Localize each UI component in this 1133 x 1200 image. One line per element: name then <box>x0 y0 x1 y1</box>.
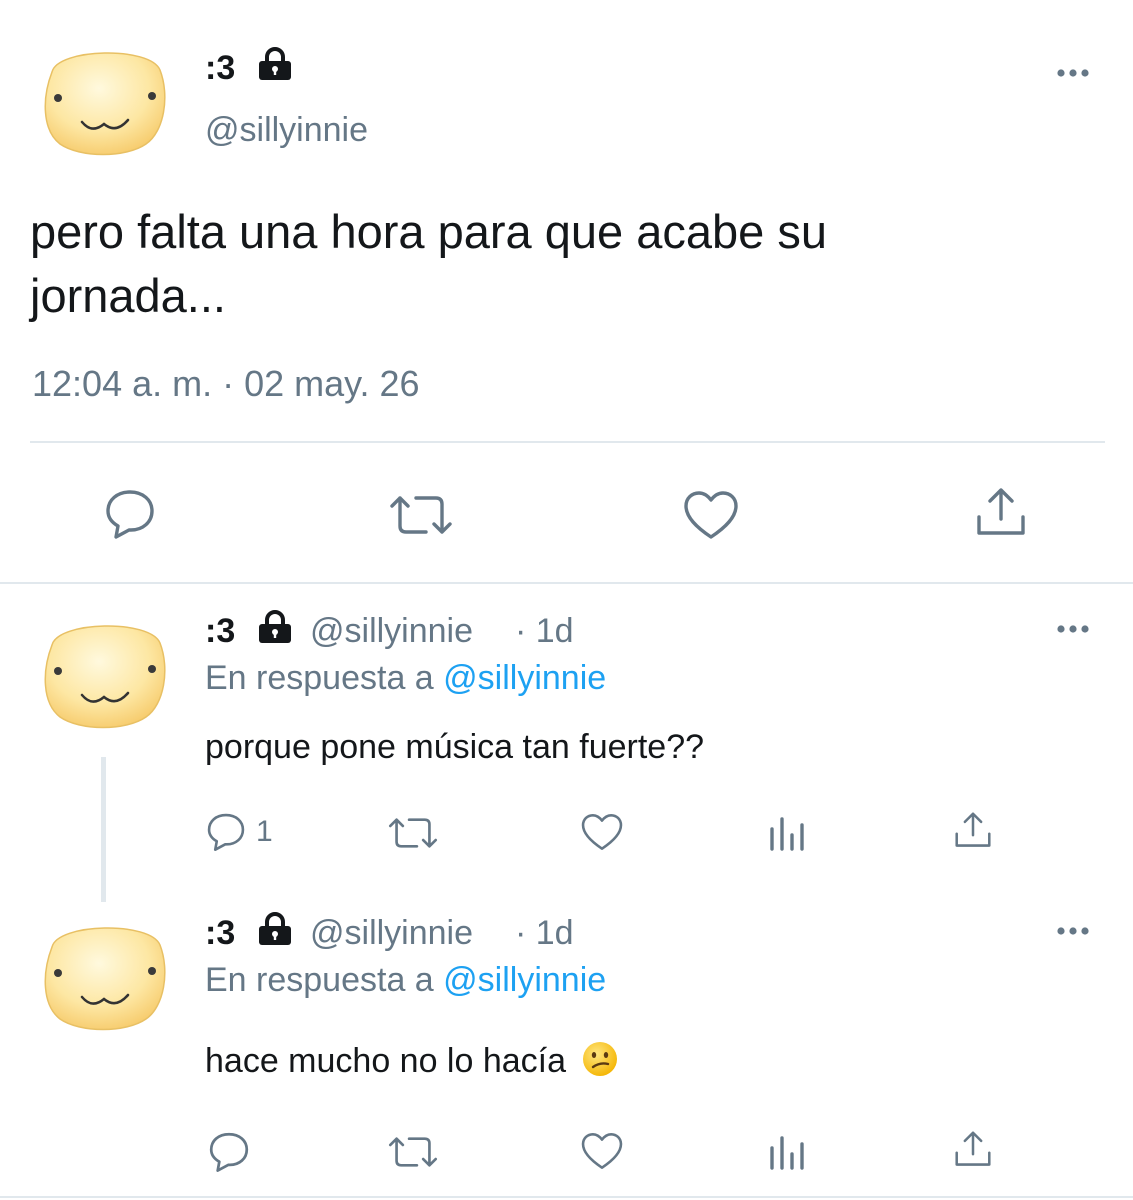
divider <box>0 582 1133 584</box>
tweet-timestamp[interactable]: 12:04 a. m. · 02 may. 26 <box>32 362 420 406</box>
reply-prefix: En respuesta a <box>205 961 434 999</box>
retweet-icon[interactable] <box>387 815 439 851</box>
tweet-age[interactable]: · 1d <box>515 913 574 953</box>
heart-icon[interactable] <box>580 812 624 852</box>
lock-icon <box>255 47 295 81</box>
tweet-text-line-1: pero falta una hora para que acabe su <box>30 205 827 258</box>
reply-text: hace mucho no lo hacía <box>205 1042 567 1080</box>
reply-context: En respuesta a @sillyinnie <box>205 960 606 1000</box>
share-icon[interactable] <box>952 810 994 850</box>
reply-to-link[interactable]: @sillyinnie <box>443 659 606 697</box>
display-name[interactable]: :3 <box>205 913 235 953</box>
more-horizontal-icon[interactable] <box>1050 58 1100 88</box>
avatar[interactable] <box>38 40 170 160</box>
reply-to-link[interactable]: @sillyinnie <box>443 961 606 999</box>
lock-icon <box>255 912 295 946</box>
avatar[interactable] <box>38 613 170 733</box>
reply-prefix: En respuesta a <box>205 659 434 697</box>
share-icon[interactable] <box>973 485 1029 539</box>
retweet-icon[interactable] <box>387 1134 439 1170</box>
display-name[interactable]: :3 <box>205 611 235 651</box>
more-horizontal-icon[interactable] <box>1050 614 1100 644</box>
more-horizontal-icon[interactable] <box>1050 916 1100 946</box>
confused-face-emoji <box>581 1040 619 1088</box>
handle[interactable]: @sillyinnie <box>310 611 473 651</box>
tweet-age[interactable]: · 1d <box>515 611 574 651</box>
share-icon[interactable] <box>952 1129 994 1169</box>
thread-line <box>101 757 106 902</box>
analytics-icon[interactable] <box>768 1134 808 1170</box>
heart-icon[interactable] <box>580 1131 624 1171</box>
handle[interactable]: @sillyinnie <box>205 110 368 150</box>
reply-text-row: hace mucho no lo hacía <box>205 1040 619 1088</box>
reply-count: 1 <box>256 815 273 848</box>
display-name[interactable]: :3 <box>205 48 235 88</box>
retweet-icon[interactable] <box>388 492 454 538</box>
reply-text: porque pone música tan fuerte?? <box>205 728 705 766</box>
analytics-icon[interactable] <box>768 815 808 851</box>
reply-icon[interactable] <box>206 812 246 852</box>
heart-icon[interactable] <box>682 489 740 541</box>
reply-context: En respuesta a @sillyinnie <box>205 658 606 698</box>
avatar[interactable] <box>38 915 170 1035</box>
divider <box>0 1196 1133 1198</box>
tweet-text-line-2: jornada... <box>30 269 226 322</box>
reply-icon[interactable] <box>104 488 156 540</box>
handle[interactable]: @sillyinnie <box>310 913 473 953</box>
reply-icon[interactable] <box>208 1131 250 1173</box>
divider <box>30 441 1105 443</box>
lock-icon <box>255 610 295 644</box>
